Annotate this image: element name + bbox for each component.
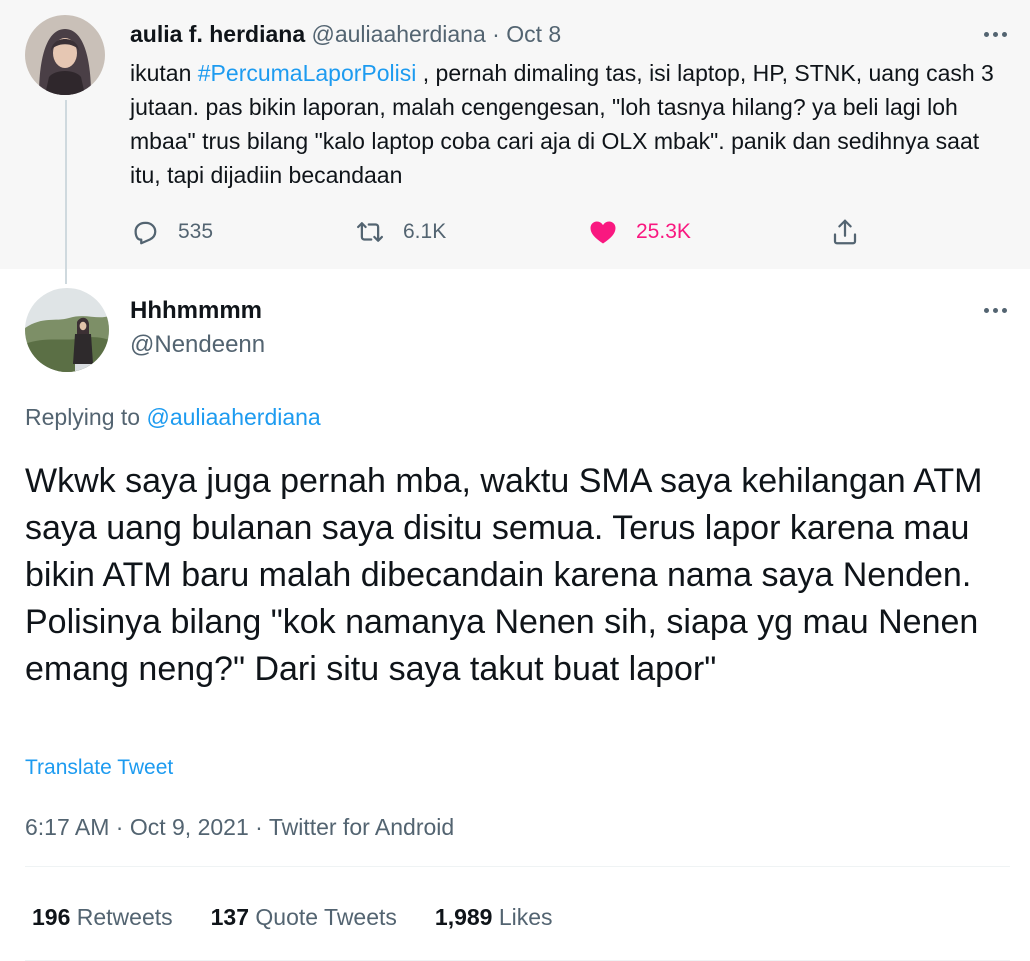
parent-tweet-actions: 535 6.1K 25.3K (130, 214, 890, 250)
parent-tweet-header: aulia f. herdiana @auliaaherdiana · Oct … (130, 20, 561, 48)
tweet-timestamp: 6:17 AM · Oct 9, 2021 · Twitter for Andr… (25, 812, 454, 842)
parent-tweet-text: ikutan #PercumaLaporPolisi , pernah dima… (130, 56, 1010, 192)
likes-count: 1,989 (434, 904, 493, 930)
reply-count: 535 (178, 220, 214, 243)
reply-author-avatar[interactable] (25, 288, 109, 372)
translate-tweet-link[interactable]: Translate Tweet (25, 754, 173, 782)
quotes-label: Quote Tweets (255, 904, 397, 930)
parent-text-before: ikutan (130, 60, 198, 86)
retweet-count: 6.1K (403, 220, 447, 243)
parent-tweet-date[interactable]: Oct 8 (506, 21, 561, 47)
share-icon (833, 219, 857, 245)
tweet-source[interactable]: Twitter for Android (269, 814, 454, 840)
thread-connector-line (65, 100, 67, 284)
hashtag-link[interactable]: #PercumaLaporPolisi (198, 60, 417, 86)
like-count: 25.3K (636, 220, 691, 243)
replying-to-prefix: Replying to (25, 404, 147, 430)
reply-tweet-text: Wkwk saya juga pernah mba, waktu SMA say… (25, 462, 983, 688)
header-separator: · (492, 21, 500, 47)
retweet-button[interactable]: 6.1K (355, 214, 446, 250)
quotes-count: 137 (210, 904, 250, 930)
retweets-label: Retweets (76, 904, 173, 930)
timestamp-separator: · (115, 814, 124, 840)
retweets-stat[interactable]: 196 Retweets (32, 902, 173, 932)
reply-button[interactable]: 535 (130, 214, 213, 250)
reply-author-name[interactable]: Hhhmmmm (130, 296, 262, 326)
tweet-stats: 196 Retweets 137 Quote Tweets 1,989 Like… (32, 902, 553, 932)
retweet-icon (357, 222, 383, 242)
timestamp-separator: · (255, 814, 263, 840)
likes-label: Likes (498, 904, 553, 930)
share-button[interactable] (830, 214, 860, 250)
parent-tweet[interactable]: aulia f. herdiana @auliaaherdiana · Oct … (0, 0, 1030, 269)
parent-author-name[interactable]: aulia f. herdiana (130, 21, 305, 47)
like-button[interactable]: 25.3K (588, 214, 691, 250)
likes-stat[interactable]: 1,989 Likes (435, 902, 553, 932)
reply-author-handle[interactable]: @Nendeenn (130, 330, 265, 360)
quote-tweets-stat[interactable]: 137 Quote Tweets (211, 902, 397, 932)
tweet-time[interactable]: 6:17 AM (25, 814, 109, 840)
reply-more-options-icon[interactable] (978, 300, 1012, 320)
parent-author-avatar[interactable] (25, 15, 105, 95)
replying-to-handle-link[interactable]: @auliaaherdiana (146, 404, 320, 430)
parent-more-options-icon[interactable] (978, 24, 1012, 44)
retweets-count: 196 (32, 904, 71, 930)
heart-icon (590, 221, 616, 244)
parent-author-handle[interactable]: @auliaaherdiana (312, 21, 486, 47)
reply-icon (134, 221, 157, 245)
divider (25, 866, 1010, 867)
replying-to-line: Replying to @auliaaherdiana (25, 402, 321, 432)
tweet-date[interactable]: Oct 9, 2021 (130, 814, 249, 840)
